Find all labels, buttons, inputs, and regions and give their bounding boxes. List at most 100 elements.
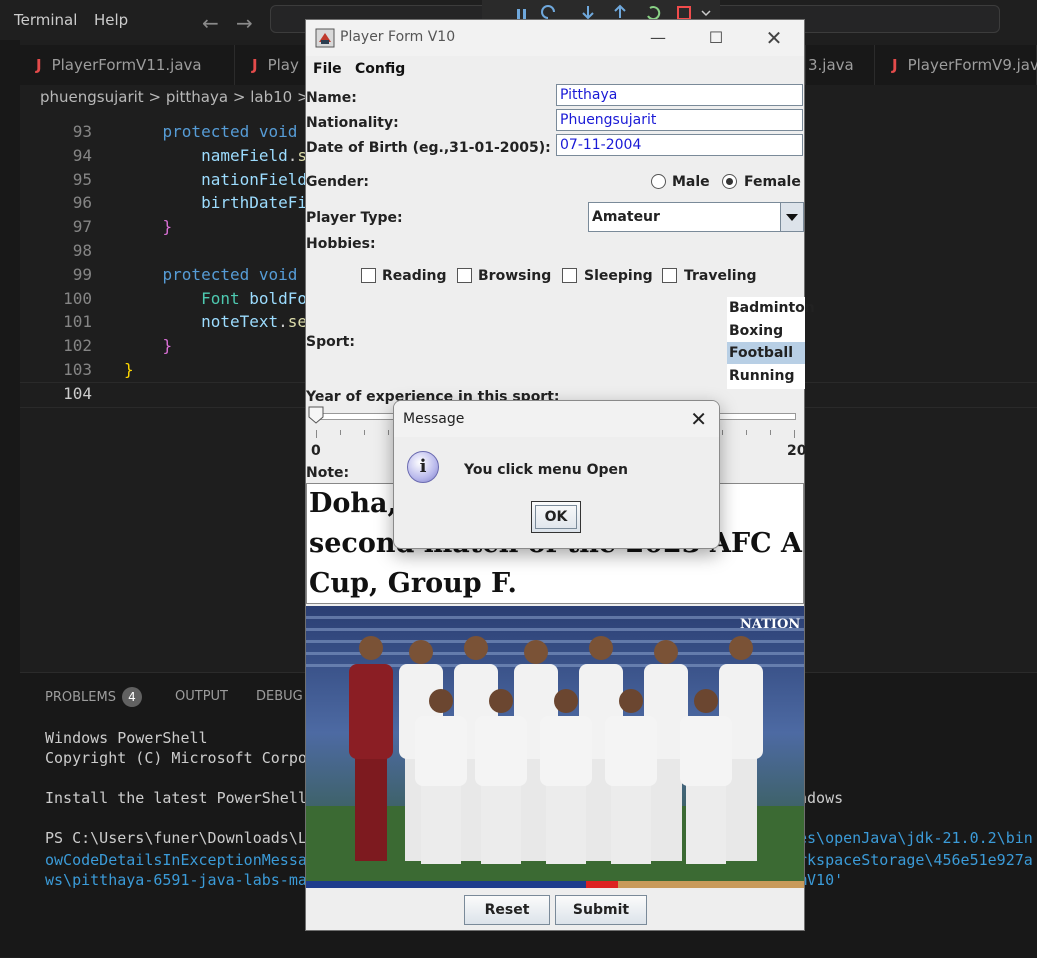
menu-file[interactable]: File [313,61,342,77]
hobby-traveling-checkbox[interactable] [662,268,677,283]
gender-female-radio[interactable] [722,174,737,189]
terminal-line: Copyright (C) Microsoft Corpo [45,749,307,767]
tab-playerformv9[interactable]: J PlayerFormV9.java [876,45,1037,85]
window-titlebar[interactable]: Player Form V10 — ☐ ✕ [306,20,804,56]
hobby-reading-checkbox[interactable] [361,268,376,283]
breadcrumb-item[interactable]: lab10 [250,88,292,106]
gender-label: Gender: [306,174,369,190]
dob-field[interactable]: 07-11-2004 [556,134,803,156]
dialog-titlebar[interactable]: Message ✕ [394,401,719,437]
tab-output[interactable]: OUTPUT [175,689,228,704]
submit-button[interactable]: Submit [555,895,647,925]
hobby-browsing-checkbox[interactable] [457,268,472,283]
slider-max-label: 20 [787,443,807,459]
code-line: noteText.setF [201,312,326,332]
sport-list-item[interactable]: Badminton [727,297,815,319]
nationality-field[interactable]: Phuengsujarit [556,109,803,131]
line-number: 100 [63,288,92,308]
line-number: 101 [63,312,92,332]
gender-male-label[interactable]: Male [672,174,710,190]
java-app-icon [315,28,335,48]
code-line: } [162,217,173,237]
line-number: 104 [63,383,92,403]
hobbies-label: Hobbies: [306,236,376,252]
breadcrumb-item[interactable]: pitthaya [166,88,228,106]
code-line: protected void ch [162,122,327,141]
line-number: 103 [63,360,92,379]
hobby-sleeping-label[interactable]: Sleeping [584,268,653,284]
breadcrumb-item[interactable]: phuengsujarit [40,88,144,106]
sport-label: Sport: [306,334,355,350]
tab-playerform-partial[interactable]: J Play [236,45,306,85]
terminal-line: ws\pitthaya-6591-java-labs-ma [45,871,307,889]
slider-tick [339,430,341,435]
slider-thumb[interactable] [308,406,324,424]
sport-list-item[interactable]: Boxing [727,320,805,342]
ok-button[interactable]: OK [531,501,581,533]
line-number: 93 [72,122,92,141]
menu-config[interactable]: Config [355,61,405,77]
forward-arrow-icon[interactable]: → [236,11,253,35]
close-icon[interactable]: ✕ [754,24,794,52]
hobby-reading-label[interactable]: Reading [382,268,447,284]
code-line: nameField.set [201,145,326,165]
slider-tick [722,430,724,435]
breadcrumb: phuengsujarit > pitthaya > lab10 > [40,88,310,106]
back-arrow-icon[interactable]: ← [202,11,219,35]
line-number: 99 [72,264,92,284]
player-type-combo[interactable]: Amateur [588,202,804,232]
tab-java-partial[interactable]: 3.java [805,45,875,85]
reset-button[interactable]: Reset [464,895,550,925]
chevron-down-icon[interactable] [780,203,803,231]
menu-terminal[interactable]: Terminal [14,11,77,29]
slider-tick [387,430,389,435]
sport-list-item[interactable]: Running [727,365,805,387]
slider-min-label: 0 [311,443,321,459]
note-label: Note: [306,465,350,481]
ok-label: OK [535,505,577,529]
maximize-icon[interactable]: ☐ [696,24,736,52]
problems-count-badge: 4 [121,687,142,707]
terminal-line: rkspaceStorage\456e51e927a [798,851,1033,869]
breadcrumb-separator: > [148,88,162,106]
line-number: 95 [72,169,92,189]
code-line: } [124,360,134,379]
slider-tick [794,430,795,438]
slider-tick [363,430,365,435]
slider-tick [316,430,317,438]
dialog-close-icon[interactable]: ✕ [690,407,707,431]
terminal-line: Install the latest PowerShell [45,789,307,807]
photo-watermark: NATION [740,617,800,632]
form-menubar: File Config [306,56,804,82]
line-number: 96 [72,193,92,213]
player-figure [349,636,393,861]
code-line: Font boldFont [201,288,327,308]
sport-list[interactable]: Badminton Boxing Football Running [727,297,815,389]
note-line: Cup, Group F. [309,568,517,599]
tab-playerformv11[interactable]: J PlayerFormV11.java [20,45,235,85]
tab-problems[interactable]: PROBLEMS 4 [45,687,142,707]
slider-tick [770,430,772,435]
terminal-line: es\openJava\jdk-21.0.2\bin [798,829,1033,847]
name-label: Name: [306,90,357,106]
gender-male-radio[interactable] [651,174,666,189]
menu-help[interactable]: Help [94,11,128,29]
hobby-traveling-label[interactable]: Traveling [684,268,757,284]
hobby-browsing-label[interactable]: Browsing [478,268,551,284]
code-line: nationField.s [201,169,326,189]
hobby-sleeping-checkbox[interactable] [562,268,577,283]
nationality-label: Nationality: [306,115,399,131]
window-title: Player Form V10 [340,29,456,45]
line-number: 97 [72,217,92,237]
gender-female-label[interactable]: Female [744,174,801,190]
minimize-icon[interactable]: — [638,24,678,52]
line-number: 102 [63,336,92,356]
dialog-title: Message [403,411,465,427]
team-photo: NATION [306,606,804,888]
message-dialog: Message ✕ i You click menu Open OK [393,400,720,549]
player-type-label: Player Type: [306,210,403,226]
activity-bar [0,40,20,957]
breadcrumb-separator: > [232,88,246,106]
name-field[interactable]: Pitthaya [556,84,803,106]
sport-list-item-selected[interactable]: Football [727,342,805,364]
